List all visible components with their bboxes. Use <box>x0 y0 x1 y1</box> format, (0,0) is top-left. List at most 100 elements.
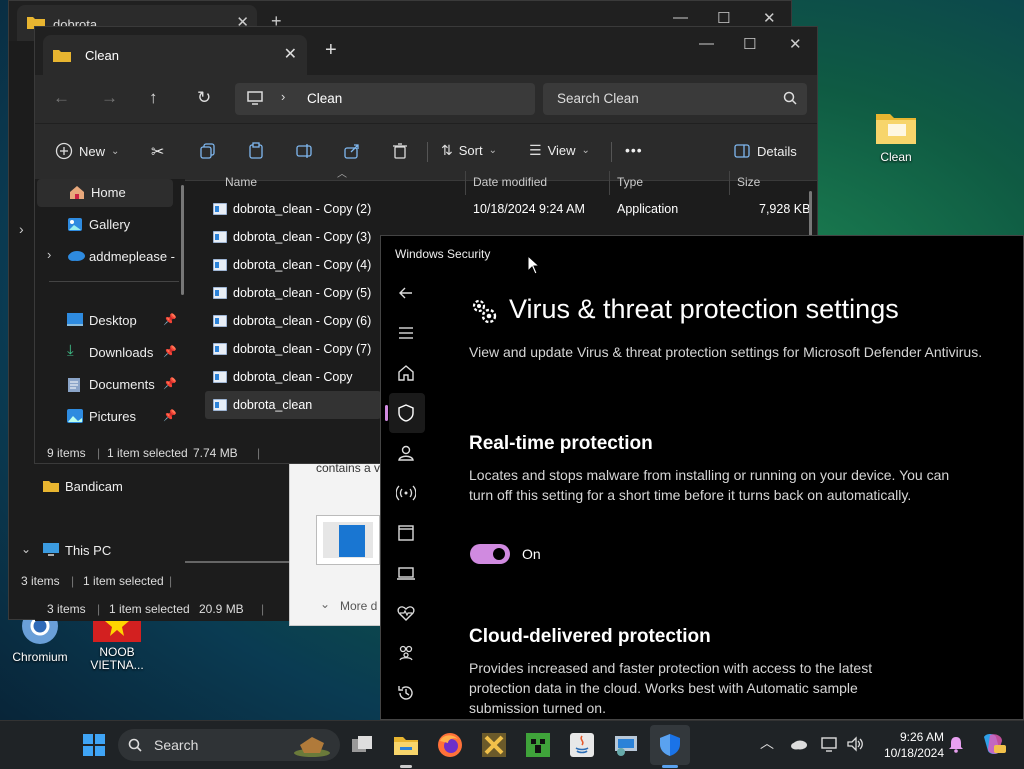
firefox-icon[interactable] <box>436 731 464 759</box>
file-type: Application <box>617 202 679 216</box>
application-file-icon <box>213 259 227 271</box>
network-icon[interactable] <box>396 483 416 503</box>
family-icon[interactable] <box>396 643 416 663</box>
details-pane-icon <box>734 144 750 158</box>
column-header: Name ︿ Date modified Type Size <box>195 169 817 195</box>
up-arrow-icon[interactable]: ↑ <box>149 88 158 108</box>
file-row[interactable]: dobrota_clean - Copy (2) 10/18/2024 9:24 … <box>205 195 810 223</box>
more-options-button[interactable]: ••• <box>625 142 643 158</box>
new-button[interactable]: New ⌄ <box>55 142 119 160</box>
file-explorer-icon[interactable] <box>392 731 420 759</box>
java-icon[interactable] <box>568 731 596 759</box>
file-row[interactable]: dobrota_clean <box>205 391 381 419</box>
desktop-icon-label: Clean <box>880 150 912 164</box>
maximize-icon[interactable]: ☐ <box>743 35 756 53</box>
chevron-down-icon[interactable]: ⌄ <box>320 597 330 611</box>
chevron-up-icon[interactable]: ︿ <box>760 733 774 753</box>
windows-start-icon[interactable] <box>80 731 108 759</box>
more-details-link[interactable]: More d <box>340 599 377 613</box>
home-icon[interactable] <box>396 363 416 383</box>
close-window-icon[interactable]: ✕ <box>763 9 776 27</box>
minimize-icon[interactable]: — <box>699 35 714 52</box>
front-tab[interactable]: Clean ✕ <box>43 35 307 75</box>
new-tab-icon[interactable]: + <box>325 39 337 62</box>
column-date[interactable]: Date modified <box>473 175 547 189</box>
forward-arrow-icon[interactable]: → <box>101 88 118 108</box>
cloud-icon[interactable] <box>790 738 808 750</box>
plus-circle-icon <box>55 142 73 160</box>
file-date: 10/18/2024 9:24 AM <box>473 202 585 216</box>
back-arrow-icon[interactable]: ← <box>53 88 70 108</box>
search-box[interactable]: Search Clean <box>543 83 807 115</box>
close-icon[interactable]: ✕ <box>284 44 297 64</box>
tool-app-icon[interactable] <box>480 731 508 759</box>
close-window-icon[interactable]: ✕ <box>789 35 802 53</box>
status-items: 3 items <box>21 574 60 588</box>
history-icon[interactable] <box>396 683 416 703</box>
application-file-icon <box>213 203 227 215</box>
account-icon[interactable] <box>396 443 416 463</box>
app-browser-icon[interactable] <box>396 523 416 543</box>
realtime-protection-toggle[interactable] <box>470 544 510 564</box>
volume-icon[interactable] <box>846 735 864 753</box>
chevron-right-icon[interactable]: › <box>19 221 24 237</box>
back-arrow-icon[interactable] <box>396 283 416 303</box>
maximize-icon[interactable]: ☐ <box>717 9 730 27</box>
path-segment[interactable]: Clean <box>307 91 342 106</box>
search-highlight-icon <box>294 737 330 757</box>
shield-icon[interactable] <box>396 403 416 423</box>
minimize-icon[interactable]: — <box>673 9 688 26</box>
page-title: Virus & threat protection settings <box>509 294 899 324</box>
address-bar: ← → ↑ ↻ › Clean Search Clean <box>35 75 817 123</box>
desktop-icon-clean[interactable]: Clean <box>858 108 934 164</box>
copy-icon[interactable] <box>199 142 217 160</box>
taskbar-search[interactable]: Search <box>118 729 340 761</box>
paste-icon[interactable] <box>247 142 265 160</box>
status-selected: 1 item selected <box>83 574 164 588</box>
device-security-icon[interactable] <box>396 563 416 583</box>
copilot-icon[interactable] <box>980 731 1006 757</box>
column-divider[interactable] <box>609 171 610 195</box>
chevron-down-icon[interactable]: ⌄ <box>21 542 31 556</box>
hamburger-menu-icon[interactable] <box>396 323 416 343</box>
heart-pulse-icon[interactable] <box>396 603 416 623</box>
view-button[interactable]: ☰ View ⌄ <box>529 142 590 159</box>
notification-bell-icon[interactable] <box>948 735 964 753</box>
search-input[interactable]: Search Clean <box>557 91 639 106</box>
clock-time: 9:26 AM <box>899 730 944 744</box>
view-icon: ☰ <box>529 142 542 158</box>
search-icon[interactable] <box>783 91 797 105</box>
toggle-state-label: On <box>522 546 541 562</box>
background-dialog[interactable]: contains a v ⌄ More d <box>289 456 381 626</box>
refresh-icon[interactable]: ↻ <box>197 88 211 108</box>
windows-security-icon[interactable] <box>656 731 684 759</box>
new-label: New <box>79 143 106 159</box>
nav-item-bandicam[interactable]: Bandicam <box>19 473 169 501</box>
network-status-icon[interactable] <box>820 735 838 753</box>
cut-icon[interactable]: ✂ <box>151 142 164 162</box>
cloud-protection-heading: Cloud-delivered protection <box>469 626 711 647</box>
column-divider[interactable] <box>729 171 730 195</box>
monitor-icon <box>43 543 59 557</box>
task-view-icon[interactable] <box>348 731 376 759</box>
sort-button[interactable]: ⇅ Sort ⌄ <box>441 142 497 159</box>
status-items: 3 items <box>47 602 86 616</box>
column-name[interactable]: Name <box>225 175 257 189</box>
windows-security-window[interactable]: Windows Security Virus & threat protecti… <box>380 235 1024 720</box>
remote-desktop-icon[interactable] <box>612 731 640 759</box>
back-statusbar-2: 3 items | 1 item selected 20.9 MB | <box>35 597 291 621</box>
file-name: dobrota_clean - Copy (2) <box>233 202 372 216</box>
status-selected: 1 item selected <box>107 446 188 460</box>
delete-icon[interactable] <box>391 142 409 160</box>
share-icon[interactable] <box>343 142 361 160</box>
column-type[interactable]: Type <box>617 175 643 189</box>
clock[interactable]: 9:26 AM 10/18/2024 <box>876 729 944 761</box>
minecraft-icon[interactable] <box>524 731 552 759</box>
rename-icon[interactable] <box>295 142 313 160</box>
details-button[interactable]: Details <box>733 142 797 160</box>
column-size[interactable]: Size <box>737 175 760 189</box>
nav-item-this-pc[interactable]: ⌄ This PC <box>19 537 169 565</box>
path-box[interactable]: › Clean <box>235 83 535 115</box>
back-scrollbar[interactable] <box>185 561 305 563</box>
column-divider[interactable] <box>465 171 466 195</box>
